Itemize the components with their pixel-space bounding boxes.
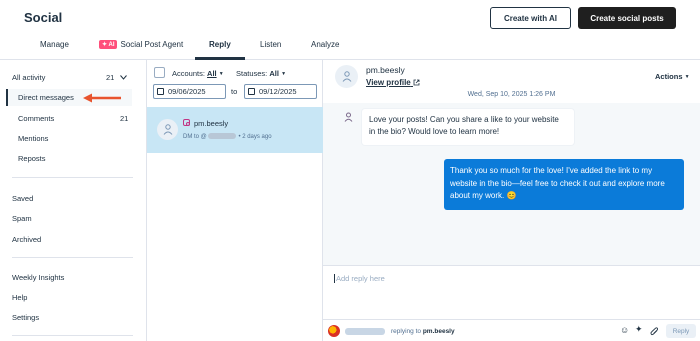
tab-analyze[interactable]: Analyze — [311, 40, 339, 49]
date-from-field[interactable]: 09/06/2025 — [153, 84, 226, 99]
account-avatar[interactable] — [328, 325, 340, 337]
incoming-message: Love your posts! Can you share a like to… — [362, 109, 574, 145]
sidebar-item-archived[interactable]: Archived — [12, 235, 41, 244]
calendar-icon — [248, 88, 255, 95]
create-social-posts-button[interactable]: Create social posts — [578, 7, 676, 29]
sidebar-item-all-activity[interactable]: All activity — [12, 73, 45, 82]
caret-down-icon: ▼ — [218, 71, 224, 77]
conversation-name: pm.beesly — [194, 119, 229, 128]
sidebar-item-saved[interactable]: Saved — [12, 194, 33, 203]
tab-listen[interactable]: Listen — [260, 40, 281, 49]
create-with-ai-button[interactable]: Create with AI — [490, 7, 571, 29]
ai-badge: ✦ AI — [99, 40, 118, 49]
tab-social-post-agent[interactable]: ✦ AI Social Post Agent — [99, 40, 183, 49]
tab-manage[interactable]: Manage — [40, 40, 69, 49]
calendar-icon — [157, 88, 164, 95]
divider — [12, 257, 133, 258]
page-title: Social — [24, 10, 63, 25]
attachment-icon[interactable] — [650, 327, 659, 336]
replying-prefix: replying to — [391, 328, 421, 335]
replying-to-name: pm.beesly — [422, 328, 455, 335]
reply-input[interactable]: Add reply here — [323, 265, 700, 319]
divider — [12, 335, 133, 336]
conversation-detail: pm.beesly View profile Actions ▼ Wed, Se… — [323, 60, 700, 341]
sidebar-item-reposts[interactable]: Reposts — [18, 154, 46, 163]
person-icon — [342, 71, 351, 82]
message-timestamp: Wed, Sep 10, 2025 1:26 PM — [467, 91, 556, 98]
avatar — [157, 119, 178, 140]
conversation-meta-prefix: DM to @ — [183, 134, 207, 140]
conversation-item[interactable]: pm.beesly DM to @ • 2 days ago — [147, 107, 323, 153]
comments-count: 21 — [120, 114, 129, 123]
reply-button[interactable]: Reply — [666, 324, 696, 338]
tab-reply[interactable]: Reply — [209, 40, 231, 49]
sidebar-item-weekly-insights[interactable]: Weekly Insights — [12, 273, 64, 282]
redacted-account-name — [345, 328, 385, 335]
instagram-icon — [183, 119, 190, 126]
view-profile-link[interactable]: View profile — [366, 78, 420, 87]
outgoing-message: Thank you so much for the love! I've add… — [444, 159, 684, 210]
sidebar-item-mentions[interactable]: Mentions — [18, 134, 48, 143]
date-range-to-label: to — [231, 87, 238, 96]
all-activity-count: 21 — [106, 73, 115, 82]
avatar — [335, 65, 358, 88]
sidebar-item-settings[interactable]: Settings — [12, 313, 39, 322]
arrow-pointer-icon — [83, 93, 121, 103]
contact-name: pm.beesly — [366, 65, 405, 75]
ai-badge-label: AI — [108, 42, 115, 48]
replying-to-text: replying to pm.beesly — [391, 328, 455, 335]
sidebar-item-comments[interactable]: Comments — [18, 114, 54, 123]
accounts-filter-value: All — [207, 69, 217, 78]
sidebar-item-direct-messages-label: Direct messages — [18, 93, 74, 102]
sidebar-item-help[interactable]: Help — [12, 293, 27, 302]
date-from-value: 09/06/2025 — [168, 87, 206, 96]
date-to-value: 09/12/2025 — [259, 87, 297, 96]
sidebar: All activity 21 Direct messages Comments… — [0, 60, 147, 341]
chevron-down-icon[interactable] — [120, 75, 127, 80]
reply-toolbar: replying to pm.beesly ☺ ✦ Reply — [323, 319, 700, 341]
view-profile-label: View profile — [366, 78, 411, 87]
statuses-filter-label: Statuses: — [236, 69, 268, 78]
accounts-filter[interactable]: Accounts: All ▼ — [172, 69, 224, 78]
tab-social-post-agent-label: Social Post Agent — [120, 40, 184, 49]
emoji-icon[interactable]: ☺ — [620, 325, 629, 335]
tab-bar: Manage ✦ AI Social Post Agent Reply Liste… — [0, 35, 700, 60]
person-icon — [163, 124, 172, 135]
conversation-meta: DM to @ • 2 days ago — [183, 133, 272, 140]
actions-dropdown[interactable]: Actions ▼ — [655, 72, 690, 81]
date-to-field[interactable]: 09/12/2025 — [244, 84, 317, 99]
statuses-filter[interactable]: Statuses: All ▼ — [236, 69, 286, 78]
sidebar-item-spam[interactable]: Spam — [12, 214, 32, 223]
caret-down-icon: ▼ — [281, 71, 287, 77]
select-all-checkbox[interactable] — [154, 67, 165, 78]
statuses-filter-value: All — [269, 69, 279, 78]
conversation-time: • 2 days ago — [238, 134, 272, 140]
reply-placeholder: Add reply here — [334, 274, 385, 283]
ai-sparkle-icon[interactable]: ✦ — [635, 324, 643, 335]
redacted-handle — [207, 133, 236, 139]
external-link-icon — [413, 79, 420, 86]
conversation-list: Accounts: All ▼ Statuses: All ▼ 09/06/20… — [147, 60, 323, 341]
divider — [12, 177, 133, 178]
person-icon — [344, 112, 353, 122]
accounts-filter-label: Accounts: — [172, 69, 205, 78]
actions-label: Actions — [655, 72, 683, 81]
caret-down-icon: ▼ — [684, 74, 690, 80]
